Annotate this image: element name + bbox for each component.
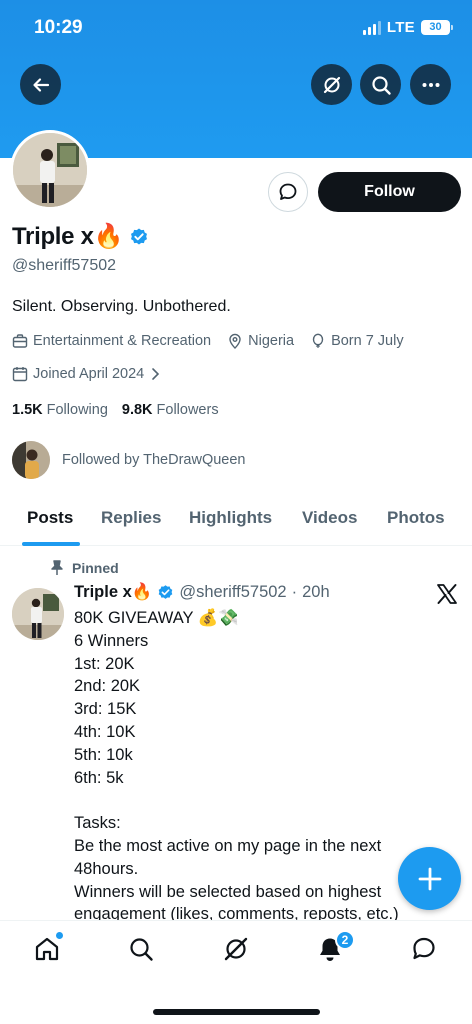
post-line: Be the most active on my page in the nex… (74, 836, 382, 855)
post-author-name[interactable]: Triple x🔥 (74, 583, 152, 602)
location-label: Nigeria (248, 333, 295, 349)
followed-by-row[interactable]: Followed by TheDrawQueen (12, 441, 246, 479)
search-icon (371, 75, 391, 95)
message-icon (279, 183, 297, 200)
balloon-icon (312, 333, 324, 348)
nav-messages[interactable] (409, 934, 439, 964)
battery-icon: 30 (421, 20, 453, 35)
following-link[interactable]: 1.5K Following (12, 402, 108, 418)
verified-badge-icon (159, 585, 173, 599)
pinned-indicator: Pinned (50, 560, 119, 576)
pinned-label: Pinned (72, 560, 119, 576)
x-logo-icon (437, 584, 457, 604)
verified-badge-icon[interactable] (129, 227, 149, 247)
signal-icon (362, 20, 381, 35)
nav-home[interactable] (32, 932, 63, 964)
post-line: 6th: 5k (74, 768, 124, 787)
post-separator: · (291, 583, 298, 601)
profile-name-row: Triple x🔥 (12, 222, 149, 251)
birthday-label: Born 7 July (331, 333, 404, 349)
profile-avatar[interactable] (10, 130, 90, 210)
search-icon (130, 938, 153, 961)
post-line: 3rd: 15K (74, 700, 137, 719)
search-button[interactable] (360, 64, 401, 105)
following-label: Following (46, 402, 108, 418)
following-count: 1.5K (12, 402, 43, 418)
home-indicator (153, 1009, 320, 1015)
post-author-avatar[interactable] (12, 588, 64, 640)
grok-icon (224, 937, 248, 961)
profile-name: Triple x🔥 (12, 223, 124, 250)
follow-button[interactable]: Follow (318, 172, 461, 212)
post-text[interactable]: 80K GIVEAWAY 💰💸 6 Winners 1st: 20K 2nd: … (74, 607, 446, 926)
message-button[interactable] (268, 172, 308, 212)
post-line: 1st: 20K (74, 654, 135, 673)
location-pin-icon (229, 333, 241, 349)
status-bar: 10:29 LTE 30 (0, 0, 472, 58)
post-line: 80K GIVEAWAY 💰💸 (74, 609, 239, 627)
birthday-item: Born 7 July (310, 333, 404, 349)
grok-icon (323, 76, 340, 93)
back-button[interactable] (20, 64, 61, 105)
followers-count: 9.8K (121, 402, 153, 418)
post-line: 2nd: 20K (74, 677, 141, 696)
plus-icon (418, 867, 441, 890)
profile-bio: Silent. Observing. Unbothered. (12, 298, 231, 315)
post-timestamp[interactable]: 20h (302, 583, 330, 602)
nav-search[interactable] (126, 934, 156, 964)
chevron-right-icon (152, 368, 160, 380)
compose-post-button[interactable] (398, 847, 461, 910)
nav-notifications[interactable]: 2 (315, 930, 355, 964)
category-label: Entertainment & Recreation (33, 333, 212, 349)
more-options-button[interactable] (410, 64, 451, 105)
message-icon (413, 937, 435, 960)
post-line: Tasks: (74, 814, 121, 833)
tab-photos[interactable]: Photos (387, 508, 445, 528)
active-tab-indicator (22, 542, 80, 546)
home-icon (35, 937, 59, 961)
followed-by-label: Followed by TheDrawQueen (62, 452, 246, 468)
post-line: 6 Winners (74, 631, 149, 650)
bottom-nav: 2 (0, 920, 472, 1024)
tab-videos[interactable]: Videos (302, 508, 357, 528)
joined-label: Joined April 2024 (33, 366, 145, 382)
follow-counts: 1.5K Following 9.8K Followers (12, 402, 219, 418)
calendar-icon (12, 367, 28, 382)
profile-meta: Entertainment & Recreation Nigeria Born … (12, 333, 420, 349)
joined-item[interactable]: Joined April 2024 (12, 366, 161, 382)
pin-icon (51, 560, 63, 575)
tab-posts[interactable]: Posts (27, 508, 73, 528)
nav-grok[interactable] (221, 934, 251, 964)
post-line: 4th: 10K (74, 722, 136, 741)
notifications-badge: 2 (335, 930, 355, 950)
post-header: Triple x🔥 @sheriff57502 · 20h (74, 583, 330, 602)
tab-replies[interactable]: Replies (101, 508, 161, 528)
category-item[interactable]: Entertainment & Recreation (12, 333, 211, 349)
post-line: 5th: 10k (74, 745, 133, 764)
home-unread-dot (56, 932, 63, 939)
follower-avatar (12, 441, 50, 479)
grok-button[interactable] (311, 64, 352, 105)
profile-handle: @sheriff57502 (12, 257, 117, 274)
status-time: 10:29 (34, 17, 83, 38)
followers-link[interactable]: 9.8K Followers (122, 402, 219, 418)
profile-tabs: Posts Replies Highlights Videos Photos (0, 494, 472, 546)
post-line (74, 789, 446, 812)
network-label: LTE (386, 19, 415, 36)
post-author-handle[interactable]: @sheriff57502 (179, 583, 286, 602)
tab-highlights[interactable]: Highlights (189, 508, 272, 528)
post-line: Winners will be selected based on highes… (74, 882, 382, 901)
more-icon (422, 82, 439, 87)
followers-label: Followers (156, 402, 219, 418)
briefcase-icon (12, 334, 28, 348)
post-line: 48hours. (74, 859, 139, 878)
location-item: Nigeria (227, 333, 294, 349)
back-arrow-icon (32, 77, 49, 92)
